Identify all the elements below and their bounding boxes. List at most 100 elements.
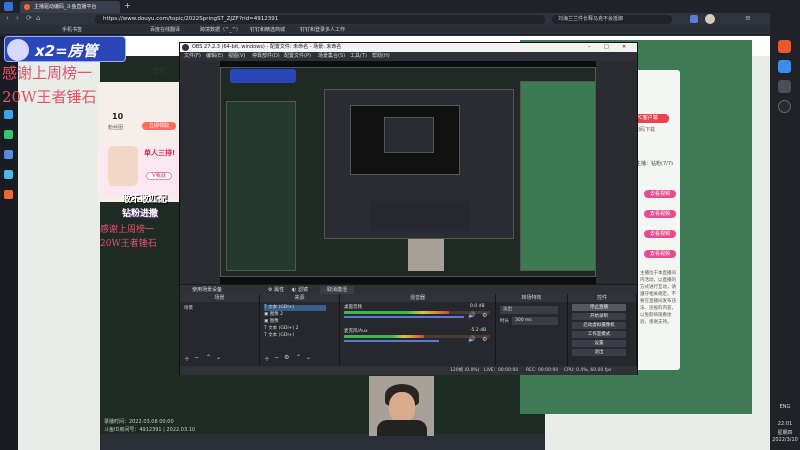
douyu-favicon-icon (24, 4, 30, 10)
source-item[interactable]: T 文本 (GDI+) (264, 333, 326, 339)
taskbar-time: 22:01 (777, 421, 793, 427)
bookmark-item[interactable]: 百度在线翻译 (150, 26, 180, 34)
sidebar-app-icon[interactable] (4, 130, 13, 139)
back-icon[interactable]: ‹ (6, 14, 9, 22)
remove-scene-button[interactable]: − (194, 354, 199, 361)
banner-text: 敢不敢匹配 (122, 195, 168, 205)
obs-source-toolbar: 使用场景设备 ⚙ 属性 ◐ 滤镜 取消激活 (180, 284, 637, 294)
mixer-header: 混音器 (340, 294, 495, 302)
close-icon[interactable]: ✕ (622, 43, 626, 52)
preview-logo (230, 69, 296, 83)
sidebar-app-icon[interactable] (4, 150, 13, 159)
source-item[interactable]: T 文本 (GDI+) (264, 305, 326, 311)
new-tab-button[interactable]: + (124, 1, 131, 10)
menu-docks[interactable]: 停靠部件(D) (252, 52, 280, 61)
gear-icon[interactable]: ⚙ (482, 312, 487, 319)
download-link[interactable]: 扫码下载 (635, 126, 655, 133)
rec-time: 00:00:00 (538, 368, 559, 373)
source-item[interactable]: T 文本 (GDI+) 2 (264, 326, 326, 332)
taskbar-app-icon[interactable] (778, 100, 791, 113)
bookmark-item[interactable]: 钉钉和登录多人工作 (300, 26, 345, 34)
menu-tools[interactable]: 工具(T) (350, 52, 367, 61)
mixer-track-db: -5.2 dB (470, 328, 487, 333)
mixer-track-name: 麦克风/Aux (344, 329, 368, 334)
menu-file[interactable]: 文件(F) (184, 52, 201, 61)
exit-button[interactable]: 退出 (572, 349, 626, 356)
sidebar-app-icon[interactable] (4, 190, 13, 199)
duel-button[interactable]: V我战 (146, 172, 172, 180)
extension-icon[interactable] (690, 15, 698, 23)
studio-mode-button[interactable]: 工作室模式 (572, 331, 626, 338)
search-box[interactable]: 刘海兰兰件长释马克不会抵御 (552, 15, 672, 24)
sidebar-app-icon[interactable] (4, 170, 13, 179)
filters-label: 滤镜 (297, 287, 308, 293)
browser-tab[interactable]: 主播驱动编码_斗鱼直播平台 (20, 1, 120, 13)
menu-view[interactable]: 视图(V) (228, 52, 245, 61)
move-up-icon[interactable]: ⌃ (296, 354, 301, 361)
transition-select[interactable]: 淡出 (500, 306, 558, 314)
menu-profile[interactable]: 配置文件(P) (284, 52, 311, 61)
speaker-icon[interactable]: 🔊 (468, 312, 475, 319)
sidebar-app-icon[interactable] (4, 110, 13, 119)
speaker-icon[interactable]: 🔊 (468, 336, 475, 343)
bookmark-item[interactable]: 跨境数据（^_^） (200, 26, 241, 34)
tab-bar: 主播驱动编码_斗鱼直播平台 + (0, 0, 770, 13)
virtual-camera-button[interactable]: 启动虚拟摄像机 (572, 322, 626, 329)
source-item[interactable]: ▣ 图像 (264, 319, 326, 325)
scenes-dock: 场景 场景 ＋ − ⌃ ⌄ (180, 294, 260, 366)
obs-preview[interactable] (220, 61, 596, 284)
taskbar-app-icon[interactable] (778, 60, 791, 73)
maximize-icon[interactable]: □ (604, 43, 609, 52)
add-source-button[interactable]: ＋ (264, 354, 270, 363)
gear-icon[interactable]: ⚙ (482, 336, 487, 343)
obs-title-bar: OBS 27.2.3 (64-bit, windows) - 配置文件: 未命名… (180, 43, 637, 52)
stop-streaming-button[interactable]: 停止直播 (572, 304, 626, 311)
taskbar-app-icon[interactable] (778, 40, 791, 53)
refresh-icon[interactable]: ⟳ (26, 14, 32, 22)
settings-button[interactable]: 设置 (572, 340, 626, 347)
home-icon[interactable]: ⌂ (36, 14, 40, 22)
rec-label: REC: (526, 368, 537, 373)
pill-button[interactable]: 去看视频 (644, 230, 676, 238)
preview-left-green (226, 101, 296, 271)
obs-docks: 场景 场景 ＋ − ⌃ ⌄ 来源 T 文本 (GDI+) ▣ 图像 2 ▣ 图像… (180, 294, 637, 366)
duration-input[interactable]: 300 ms (512, 317, 558, 325)
pill-button[interactable]: 去看视频 (644, 190, 676, 198)
move-down-icon[interactable]: ⌄ (306, 354, 311, 361)
volume-slider[interactable] (344, 316, 464, 318)
move-down-icon[interactable]: ⌄ (216, 354, 221, 361)
duration-label: 时长 (500, 319, 509, 324)
remove-source-button[interactable]: − (274, 354, 279, 361)
volume-slider[interactable] (344, 340, 439, 342)
start-recording-button[interactable]: 开始录制 (572, 313, 626, 320)
forward-icon[interactable]: › (16, 14, 19, 22)
menu-icon[interactable]: ≡ (745, 14, 751, 22)
bookmark-item[interactable]: 钉钉和精选商城 (250, 26, 285, 34)
deactivate-button[interactable]: 取消激活 (320, 286, 354, 294)
scenes-header: 场景 (180, 294, 259, 302)
move-up-icon[interactable]: ⌃ (206, 354, 211, 361)
level-label: 粉丝团 (108, 125, 124, 131)
menu-scene-collection[interactable]: 场景集合(S) (318, 52, 345, 61)
obs-status-bar: 120帧 (0.0%) LIVE: 00:00:00 REC: 00:00:00… (180, 366, 637, 375)
gear-icon[interactable]: ⚙ (284, 354, 289, 361)
level-claim-button[interactable]: 立即领取 (142, 122, 176, 130)
bookmark-item[interactable]: 手机书签 (62, 26, 82, 34)
source-item[interactable]: ▣ 图像 2 (264, 312, 326, 318)
menu-help[interactable]: 帮助(H) (372, 52, 390, 61)
url-field[interactable]: https://www.douyu.com/topic/2022SpringST… (95, 15, 545, 24)
scene-item[interactable]: 场景 (184, 306, 246, 312)
taskbar-day: 星期四 (777, 430, 793, 436)
avatar[interactable] (705, 14, 715, 24)
pill-button[interactable]: 去看视频 (644, 210, 676, 218)
menu-edit[interactable]: 编辑(E) (206, 52, 223, 61)
nav-home[interactable]: 首页 (152, 66, 166, 76)
pill-button[interactable]: 去看视频 (644, 250, 676, 258)
minimize-icon[interactable]: – (588, 43, 591, 52)
taskbar-app-icon[interactable] (778, 80, 791, 93)
add-scene-button[interactable]: ＋ (184, 354, 190, 363)
taskbar-lang[interactable]: ENG (770, 404, 800, 410)
right-paragraph: 主播位于本直播间内活动，以直播的方式进行互动，请遵守相关规定，不要在直播间发布违… (640, 271, 676, 325)
app-menu-icon[interactable] (4, 2, 13, 11)
overlay-line2: 20W王者锤石 (2, 88, 97, 106)
